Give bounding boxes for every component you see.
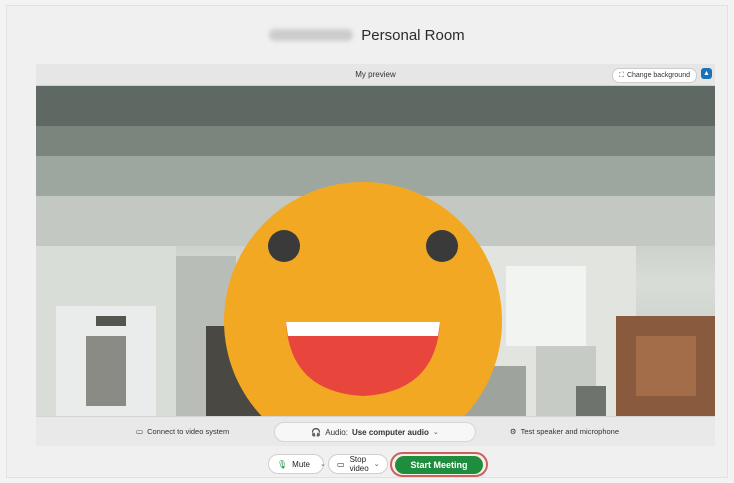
change-background-button[interactable]: ⛶ Change background (612, 68, 697, 83)
chevron-down-icon[interactable]: ⌄ (320, 460, 326, 468)
microphone-icon: 🎙 (277, 459, 288, 469)
emoji-face-icon (224, 182, 502, 416)
background-icon: ⛶ (619, 71, 624, 79)
mute-label: Mute (292, 459, 310, 469)
connect-video-system-button[interactable]: ▭ Connect to video system (136, 427, 229, 436)
stop-video-button[interactable]: ▭ Stop video ⌄ (328, 454, 388, 474)
chevron-down-icon[interactable]: ⌄ (374, 460, 380, 468)
start-meeting-button[interactable]: Start Meeting (395, 455, 483, 474)
test-speaker-label: Test speaker and microphone (520, 427, 619, 436)
page-title: Personal Room (361, 26, 465, 44)
stop-video-label: Stop video (349, 455, 369, 473)
video-camera-icon: ▭ (337, 459, 345, 469)
audio-prefix: Audio: (325, 427, 348, 437)
bottom-toolbar: 🎙 Mute ⌄ ▭ Stop video ⌄ Start Meeting (0, 452, 734, 478)
headset-icon: 🎧 (311, 427, 322, 437)
gear-icon: ⚙ (509, 427, 517, 436)
chevron-down-icon: ⌄ (432, 429, 439, 436)
monitor-icon: ▭ (136, 427, 144, 436)
preview-header: My preview ⛶ Change background ▲ (36, 64, 715, 86)
preview-controls: ▭ Connect to video system 🎧 Audio: Use c… (36, 416, 715, 446)
blurred-user-name (269, 29, 354, 41)
audio-selector[interactable]: 🎧 Audio: Use computer audio ⌄ (274, 422, 476, 442)
start-meeting-highlight: Start Meeting (390, 452, 488, 477)
background-toggle-icon[interactable]: ▲ (701, 68, 712, 79)
camera-feed (36, 86, 715, 416)
connect-video-label: Connect to video system (147, 427, 230, 436)
preview-label: My preview (355, 70, 396, 79)
change-background-label: Change background (626, 72, 690, 79)
test-speaker-button[interactable]: ⚙ Test speaker and microphone (510, 427, 619, 436)
mute-button[interactable]: 🎙 Mute ⌄ (268, 454, 326, 474)
audio-value: Use computer audio (351, 427, 429, 437)
title-bar: Personal Room (0, 20, 734, 50)
video-preview: My preview ⛶ Change background ▲ ▭ Conne… (36, 64, 715, 446)
